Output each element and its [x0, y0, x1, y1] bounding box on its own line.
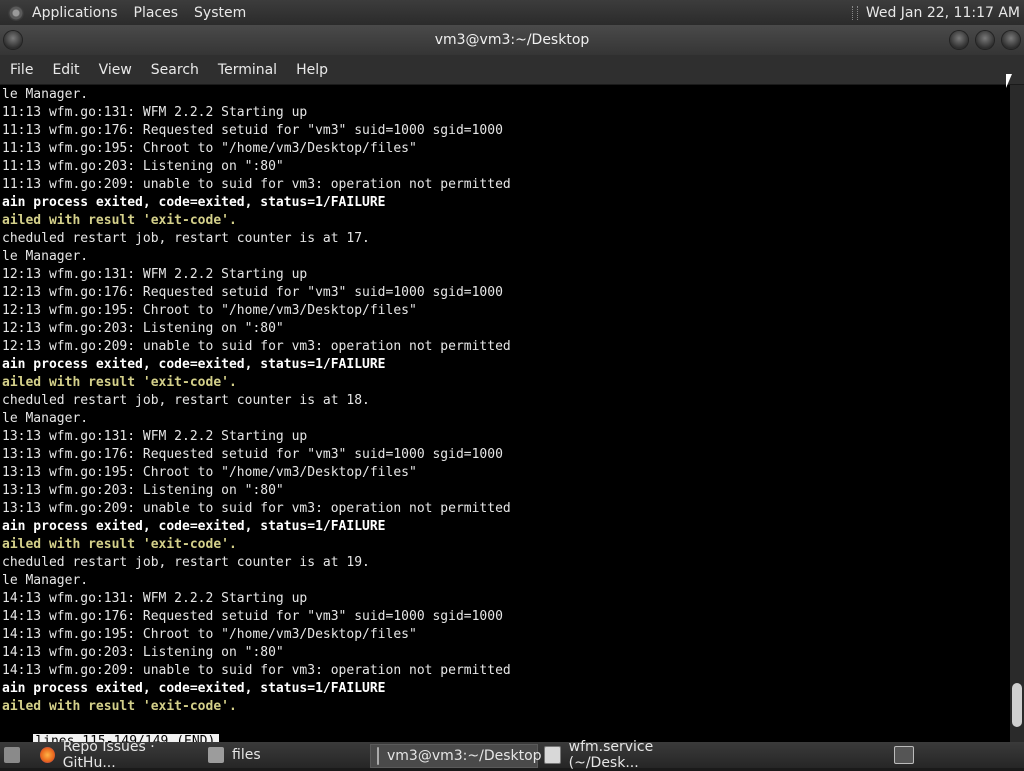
terminal-line: ailed with result 'exit-code'.: [2, 537, 237, 552]
task-label: vm3@vm3:~/Desktop: [387, 748, 542, 764]
terminal-line: le Manager.: [2, 573, 89, 588]
pager-status-line: lines 115-149/149 (END): [2, 715, 220, 742]
menu-edit[interactable]: Edit: [52, 62, 79, 78]
window-title: vm3@vm3:~/Desktop: [434, 32, 590, 48]
terminal-line: 14:13 wfm.go:131: WFM 2.2.2 Starting up: [2, 591, 308, 606]
terminal-line: ain process exited, code=exited, status=…: [2, 519, 386, 534]
terminal-line: 12:13 wfm.go:195: Chroot to "/home/vm3/D…: [2, 303, 417, 318]
terminal-icon: [377, 747, 379, 765]
terminal-line: ain process exited, code=exited, status=…: [2, 357, 386, 372]
terminal-line: 12:13 wfm.go:203: Listening on ":80": [2, 321, 284, 336]
scrollbar-thumb[interactable]: [1012, 683, 1022, 727]
terminal-line: ailed with result 'exit-code'.: [2, 213, 237, 228]
terminal-line: ailed with result 'exit-code'.: [2, 699, 237, 714]
task-label: wfm.service (~/Desk...: [568, 739, 654, 771]
terminal-line: ailed with result 'exit-code'.: [2, 375, 237, 390]
terminal-line: ain process exited, code=exited, status=…: [2, 195, 386, 210]
terminal-scrollbar[interactable]: [1010, 85, 1024, 742]
applications-icon[interactable]: [8, 4, 24, 21]
menu-search[interactable]: Search: [151, 62, 199, 78]
terminal-line: 13:13 wfm.go:176: Requested setuid for "…: [2, 447, 503, 462]
show-desktop-button[interactable]: [2, 744, 30, 766]
menu-terminal[interactable]: Terminal: [218, 62, 277, 78]
task-terminal[interactable]: vm3@vm3:~/Desktop: [370, 744, 542, 768]
terminal-line: le Manager.: [2, 249, 89, 264]
clock[interactable]: Wed Jan 22, 11:17 AM: [866, 5, 1020, 21]
folder-icon: [208, 747, 224, 763]
taskbar: Repo Issues · GitHu... files vm3@vm3:~/D…: [0, 739, 1024, 771]
menu-help[interactable]: Help: [296, 62, 328, 78]
terminal-line: 11:13 wfm.go:209: unable to suid for vm3…: [2, 177, 511, 192]
terminal-line: cheduled restart job, restart counter is…: [2, 555, 370, 570]
terminal-line: 11:13 wfm.go:195: Chroot to "/home/vm3/D…: [2, 141, 417, 156]
terminal-line: cheduled restart job, restart counter is…: [2, 231, 370, 246]
terminal-line: 14:13 wfm.go:203: Listening on ":80": [2, 645, 284, 660]
terminal-line: cheduled restart job, restart counter is…: [2, 393, 370, 408]
applications-menu[interactable]: Applications: [32, 5, 118, 21]
workspace-icon: [894, 746, 914, 764]
task-files[interactable]: files: [202, 744, 368, 766]
desktop-icon: [4, 747, 20, 763]
terminal-line: 13:13 wfm.go:195: Chroot to "/home/vm3/D…: [2, 465, 417, 480]
system-menu[interactable]: System: [194, 5, 246, 21]
terminal-line: 12:13 wfm.go:209: unable to suid for vm3…: [2, 339, 511, 354]
window-titlebar[interactable]: vm3@vm3:~/Desktop: [0, 25, 1024, 55]
terminal-line: 13:13 wfm.go:209: unable to suid for vm3…: [2, 501, 511, 516]
maximize-button[interactable]: [976, 31, 994, 49]
menu-file[interactable]: File: [10, 62, 33, 78]
menu-view[interactable]: View: [99, 62, 132, 78]
minimize-button[interactable]: [950, 31, 968, 49]
terminal-line: 14:13 wfm.go:176: Requested setuid for "…: [2, 609, 503, 624]
terminal-line: 13:13 wfm.go:203: Listening on ":80": [2, 483, 284, 498]
terminal-line: le Manager.: [2, 411, 89, 426]
task-editor[interactable]: wfm.service (~/Desk...: [538, 739, 714, 771]
workspace-switcher[interactable]: [890, 744, 924, 766]
places-menu[interactable]: Places: [134, 5, 179, 21]
terminal-line: 11:13 wfm.go:203: Listening on ":80": [2, 159, 284, 174]
terminal-line: 14:13 wfm.go:195: Chroot to "/home/vm3/D…: [2, 627, 417, 642]
terminal-line: le Manager.: [2, 87, 89, 102]
task-label: files: [232, 747, 261, 763]
terminal-output[interactable]: le Manager. 11:13 wfm.go:131: WFM 2.2.2 S…: [0, 85, 1010, 742]
task-label: Repo Issues · GitHu...: [62, 739, 155, 771]
terminal-line: 12:13 wfm.go:176: Requested setuid for "…: [2, 285, 503, 300]
menubar: File Edit View Search Terminal Help: [0, 55, 1024, 84]
close-button[interactable]: [1002, 31, 1020, 49]
terminal-line: 11:13 wfm.go:176: Requested setuid for "…: [2, 123, 503, 138]
firefox-icon: [40, 747, 55, 763]
terminal-line: 13:13 wfm.go:131: WFM 2.2.2 Starting up: [2, 429, 308, 444]
panel-grip-icon: [851, 5, 858, 20]
terminal-line: 12:13 wfm.go:131: WFM 2.2.2 Starting up: [2, 267, 308, 282]
terminal-line: ain process exited, code=exited, status=…: [2, 681, 386, 696]
mouse-pointer-icon: [1006, 74, 1018, 88]
terminal-line: 14:13 wfm.go:209: unable to suid for vm3…: [2, 663, 511, 678]
terminal-line: 11:13 wfm.go:131: WFM 2.2.2 Starting up: [2, 105, 308, 120]
top-panel: Applications Places System Wed Jan 22, 1…: [0, 0, 1024, 25]
text-editor-icon: [544, 746, 561, 764]
task-firefox[interactable]: Repo Issues · GitHu...: [34, 739, 200, 771]
